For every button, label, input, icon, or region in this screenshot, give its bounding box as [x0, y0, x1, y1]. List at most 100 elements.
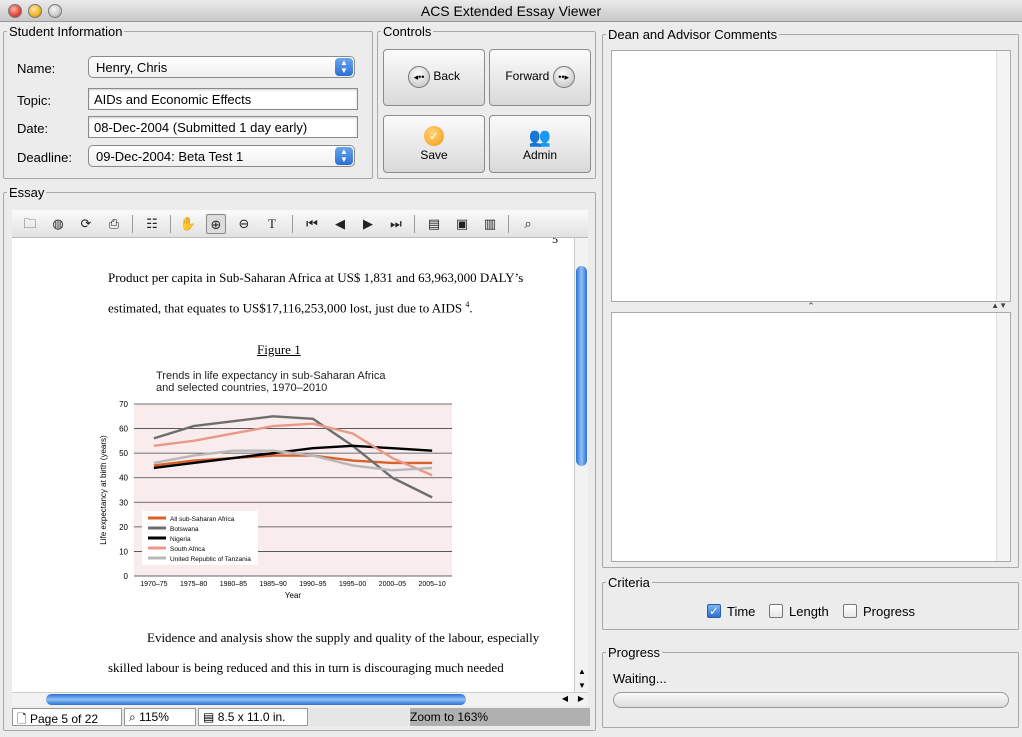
essay-paragraph-1-line-1: Product per capita in Sub-Saharan Africa… — [108, 270, 524, 285]
zoom-out-icon[interactable]: ⊖ — [234, 214, 254, 234]
essay-paragraph-2-line-1: Evidence and analysis show the supply an… — [147, 630, 540, 645]
zoom-in-icon[interactable]: ⊕ — [206, 214, 226, 234]
essay-horizontal-scroll-thumb[interactable] — [46, 694, 466, 705]
progress-checkbox[interactable] — [843, 604, 857, 618]
chart-x-tick-label: 1990–95 — [299, 581, 326, 588]
chart-x-tick-label: 1985–90 — [259, 581, 286, 588]
admin-button[interactable]: 👥 Admin — [489, 115, 591, 173]
page-icon: 🗋 — [17, 712, 27, 726]
progress-status: Waiting... — [613, 671, 667, 686]
time-checkbox-label: Time — [727, 604, 756, 619]
single-page-icon[interactable]: ▤ — [424, 214, 444, 234]
split-pane-divider[interactable]: ⌃ ▲▼ — [611, 302, 1011, 312]
student-info-legend: Student Information — [9, 24, 123, 39]
zoom-indicator-text: 115% — [139, 710, 169, 724]
chart-x-tick-label: 1975–80 — [180, 581, 207, 588]
controls-legend: Controls — [383, 24, 432, 39]
chart-x-tick-label: 1980–85 — [220, 581, 247, 588]
print-icon[interactable]: ⎙ — [104, 214, 124, 234]
text-select-icon[interactable]: T — [262, 214, 282, 234]
date-label: Date: — [17, 121, 49, 136]
essay-legend: Essay — [9, 185, 45, 200]
essay-vertical-scroll-thumb[interactable] — [576, 266, 587, 466]
zoom-indicator[interactable]: ⌕ 115% — [124, 708, 196, 726]
open-url-icon[interactable]: ◍ — [48, 214, 68, 234]
chart-y-tick-label: 40 — [119, 474, 128, 483]
thumbnails-icon[interactable]: ☷ — [142, 214, 162, 234]
chart-legend-label: South Africa — [170, 546, 205, 553]
chart-legend-label: United Republic of Tanzania — [170, 556, 251, 563]
page-size-indicator: ▤ 8.5 x 11.0 in. — [198, 708, 308, 726]
essay-horizontal-scrollbar[interactable]: ◀ ▶ — [12, 692, 588, 706]
progress-checkbox-label: Progress — [863, 604, 916, 619]
time-checkbox[interactable]: ✓ — [707, 604, 721, 618]
comments-bottom-scrollbar[interactable] — [996, 313, 1010, 561]
next-page-icon[interactable]: ▶ — [358, 214, 378, 234]
pdf-toolbar: 🗀 ◍ ⟳ ⎙ ☷ ✋ ⊕ ⊖ T ⏮ ◀ ▶ ⏭ ▤ ▣ ▥ ⌕ — [12, 210, 588, 238]
criteria-legend: Criteria — [608, 575, 650, 590]
essay-document-view: 5 Product per capita in Sub-Saharan Afri… — [12, 238, 574, 692]
forward-button[interactable]: Forward ••▸ — [489, 49, 591, 106]
page-size-text: 8.5 x 11.0 in. — [217, 710, 286, 724]
select-arrows-icon: ▲ ▼ — [335, 58, 353, 76]
save-button[interactable]: ✓ Save — [383, 115, 485, 173]
back-button[interactable]: ◂•• Back — [383, 49, 485, 106]
open-folder-icon[interactable]: 🗀 — [20, 214, 40, 234]
length-checkbox[interactable] — [769, 604, 783, 618]
last-page-icon[interactable]: ⏭ — [386, 214, 406, 234]
length-checkbox-label: Length — [789, 604, 829, 619]
users-icon: 👥 — [528, 127, 552, 147]
find-binoculars-icon[interactable]: ⌕ — [518, 214, 538, 234]
chart-title-line-1: Trends in life expectancy in sub-Saharan… — [156, 370, 386, 382]
essay-paragraph-1-line-2: estimated, that equates to US$17,116,253… — [108, 300, 473, 316]
date-field[interactable]: 08-Dec-2004 (Submitted 1 day early) — [88, 116, 358, 138]
page-number: 5 — [552, 238, 558, 246]
deadline-select[interactable]: 09-Dec-2004: Beta Test 1 ▲ ▼ — [88, 145, 355, 167]
window-title: ACS Extended Essay Viewer — [420, 3, 602, 19]
chart-x-tick-label: 1970–75 — [140, 581, 167, 588]
chart-y-tick-label: 70 — [119, 400, 128, 409]
admin-button-label: Admin — [522, 148, 557, 162]
name-select[interactable]: Henry, Chris ▲ ▼ — [88, 56, 355, 78]
name-select-value: Henry, Chris — [96, 60, 168, 75]
scroll-down-arrow-icon[interactable]: ▼ — [575, 681, 589, 690]
fit-page-icon[interactable]: ▣ — [452, 214, 472, 234]
name-label: Name: — [17, 61, 56, 76]
scroll-left-arrow-icon[interactable]: ◀ — [562, 694, 568, 703]
comments-textarea-bottom[interactable] — [611, 312, 1011, 562]
comments-textarea-top[interactable] — [611, 50, 1011, 302]
chart-legend-label: Botswana — [170, 526, 199, 533]
chart-x-tick-label: 2000–05 — [379, 581, 406, 588]
hand-tool-icon[interactable]: ✋ — [178, 214, 198, 234]
topic-field[interactable]: AIDs and Economic Effects — [88, 88, 358, 110]
chart-legend-label: Nigeria — [170, 536, 191, 543]
fit-width-icon[interactable]: ▥ — [480, 214, 500, 234]
refresh-icon[interactable]: ⟳ — [76, 214, 96, 234]
chart-x-tick-label: 1995–00 — [339, 581, 366, 588]
progress-group: Progress — [602, 645, 1019, 728]
essay-vertical-scrollbar[interactable]: ▲ ▼ — [574, 238, 588, 692]
comments-legend: Dean and Advisor Comments — [608, 27, 778, 42]
comments-top-scrollbar[interactable] — [996, 51, 1010, 301]
select-arrows-icon: ▲ ▼ — [335, 147, 353, 165]
first-page-icon[interactable]: ⏮ — [302, 214, 322, 234]
life-expectancy-chart: Trends in life expectancy in sub-Saharan… — [99, 370, 452, 600]
deadline-select-value: 09-Dec-2004: Beta Test 1 — [96, 149, 244, 164]
scroll-up-arrow-icon[interactable]: ▲ — [575, 667, 589, 676]
chart-y-tick-label: 10 — [119, 547, 128, 556]
progress-bar — [613, 692, 1009, 708]
chart-y-tick-label: 0 — [124, 572, 129, 581]
progress-legend: Progress — [608, 645, 661, 660]
chart-x-axis-label: Year — [285, 591, 302, 600]
topic-label: Topic: — [17, 93, 51, 108]
page-indicator: 🗋 Page 5 of 22 — [12, 708, 122, 726]
zoom-hint: Zoom to 163% — [410, 708, 590, 726]
chart-y-tick-label: 50 — [119, 449, 128, 458]
save-button-label: Save — [420, 148, 448, 162]
previous-page-icon[interactable]: ◀ — [330, 214, 350, 234]
deadline-label: Deadline: — [17, 150, 72, 165]
forward-button-label: Forward — [505, 69, 550, 84]
forward-arrow-icon: ••▸ — [552, 66, 575, 88]
scroll-right-arrow-icon[interactable]: ▶ — [578, 694, 584, 703]
chart-legend-label: All sub-Saharan Africa — [170, 516, 235, 523]
